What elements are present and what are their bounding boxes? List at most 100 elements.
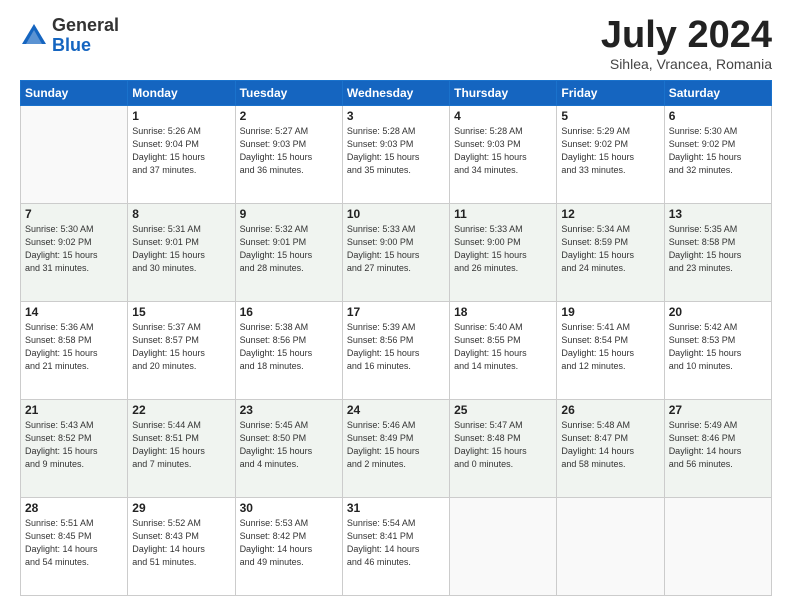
location: Sihlea, Vrancea, Romania: [601, 56, 772, 72]
col-sunday: Sunday: [21, 81, 128, 106]
col-wednesday: Wednesday: [342, 81, 449, 106]
day-info: Sunrise: 5:29 AM Sunset: 9:02 PM Dayligh…: [561, 125, 659, 177]
logo: General Blue: [20, 16, 119, 56]
col-thursday: Thursday: [450, 81, 557, 106]
day-number: 11: [454, 207, 552, 221]
table-row: 31 Sunrise: 5:54 AM Sunset: 8:41 PM Dayli…: [342, 498, 449, 596]
table-row: 27 Sunrise: 5:49 AM Sunset: 8:46 PM Dayli…: [664, 400, 771, 498]
table-row: 7 Sunrise: 5:30 AM Sunset: 9:02 PM Daylig…: [21, 204, 128, 302]
day-number: 1: [132, 109, 230, 123]
day-number: 25: [454, 403, 552, 417]
table-row: 28 Sunrise: 5:51 AM Sunset: 8:45 PM Dayli…: [21, 498, 128, 596]
table-row: 20 Sunrise: 5:42 AM Sunset: 8:53 PM Dayli…: [664, 302, 771, 400]
day-info: Sunrise: 5:34 AM Sunset: 8:59 PM Dayligh…: [561, 223, 659, 275]
table-row: 2 Sunrise: 5:27 AM Sunset: 9:03 PM Daylig…: [235, 106, 342, 204]
day-number: 4: [454, 109, 552, 123]
table-row: 23Sunrise: 5:45 AM Sunset: 8:50 PM Dayli…: [235, 400, 342, 498]
day-number: 19: [561, 305, 659, 319]
day-number: 21: [25, 403, 123, 417]
day-number: 24: [347, 403, 445, 417]
day-number: 31: [347, 501, 445, 515]
calendar-table: Sunday Monday Tuesday Wednesday Thursday…: [20, 80, 772, 596]
day-info: Sunrise: 5:30 AM Sunset: 9:02 PM Dayligh…: [25, 223, 123, 275]
table-row: 25Sunrise: 5:47 AM Sunset: 8:48 PM Dayli…: [450, 400, 557, 498]
page: General Blue July 2024 Sihlea, Vrancea, …: [0, 0, 792, 612]
day-number: 15: [132, 305, 230, 319]
calendar-week-row: 1 Sunrise: 5:26 AM Sunset: 9:04 PM Daylig…: [21, 106, 772, 204]
table-row: 24 Sunrise: 5:46 AM Sunset: 8:49 PM Dayli…: [342, 400, 449, 498]
day-number: 27: [669, 403, 767, 417]
day-info: Sunrise: 5:37 AM Sunset: 8:57 PM Dayligh…: [132, 321, 230, 373]
day-info: Sunrise: 5:33 AM Sunset: 9:00 PM Dayligh…: [347, 223, 445, 275]
table-row: 5 Sunrise: 5:29 AM Sunset: 9:02 PM Daylig…: [557, 106, 664, 204]
day-number: 28: [25, 501, 123, 515]
table-row: 12Sunrise: 5:34 AM Sunset: 8:59 PM Dayli…: [557, 204, 664, 302]
table-row: 13Sunrise: 5:35 AM Sunset: 8:58 PM Dayli…: [664, 204, 771, 302]
day-info: Sunrise: 5:28 AM Sunset: 9:03 PM Dayligh…: [347, 125, 445, 177]
day-info: Sunrise: 5:32 AM Sunset: 9:01 PM Dayligh…: [240, 223, 338, 275]
day-info: Sunrise: 5:38 AM Sunset: 8:56 PM Dayligh…: [240, 321, 338, 373]
header: General Blue July 2024 Sihlea, Vrancea, …: [20, 16, 772, 72]
day-info: Sunrise: 5:28 AM Sunset: 9:03 PM Dayligh…: [454, 125, 552, 177]
day-info: Sunrise: 5:42 AM Sunset: 8:53 PM Dayligh…: [669, 321, 767, 373]
day-number: 23: [240, 403, 338, 417]
day-info: Sunrise: 5:40 AM Sunset: 8:55 PM Dayligh…: [454, 321, 552, 373]
day-number: 20: [669, 305, 767, 319]
table-row: 11 Sunrise: 5:33 AM Sunset: 9:00 PM Dayli…: [450, 204, 557, 302]
calendar-week-row: 21Sunrise: 5:43 AM Sunset: 8:52 PM Dayli…: [21, 400, 772, 498]
logo-icon: [20, 22, 48, 50]
day-info: Sunrise: 5:54 AM Sunset: 8:41 PM Dayligh…: [347, 517, 445, 569]
table-row: 4 Sunrise: 5:28 AM Sunset: 9:03 PM Daylig…: [450, 106, 557, 204]
day-number: 8: [132, 207, 230, 221]
day-number: 17: [347, 305, 445, 319]
day-number: 7: [25, 207, 123, 221]
day-info: Sunrise: 5:36 AM Sunset: 8:58 PM Dayligh…: [25, 321, 123, 373]
day-number: 26: [561, 403, 659, 417]
day-info: Sunrise: 5:46 AM Sunset: 8:49 PM Dayligh…: [347, 419, 445, 471]
month-year: July 2024: [601, 16, 772, 54]
col-saturday: Saturday: [664, 81, 771, 106]
table-row: 14 Sunrise: 5:36 AM Sunset: 8:58 PM Dayli…: [21, 302, 128, 400]
day-number: 30: [240, 501, 338, 515]
day-number: 14: [25, 305, 123, 319]
day-info: Sunrise: 5:31 AM Sunset: 9:01 PM Dayligh…: [132, 223, 230, 275]
day-info: Sunrise: 5:41 AM Sunset: 8:54 PM Dayligh…: [561, 321, 659, 373]
table-row: 3 Sunrise: 5:28 AM Sunset: 9:03 PM Daylig…: [342, 106, 449, 204]
day-number: 16: [240, 305, 338, 319]
table-row: 6Sunrise: 5:30 AM Sunset: 9:02 PM Daylig…: [664, 106, 771, 204]
day-number: 2: [240, 109, 338, 123]
day-info: Sunrise: 5:49 AM Sunset: 8:46 PM Dayligh…: [669, 419, 767, 471]
day-number: 9: [240, 207, 338, 221]
day-info: Sunrise: 5:26 AM Sunset: 9:04 PM Dayligh…: [132, 125, 230, 177]
calendar-week-row: 14 Sunrise: 5:36 AM Sunset: 8:58 PM Dayli…: [21, 302, 772, 400]
table-row: 26Sunrise: 5:48 AM Sunset: 8:47 PM Dayli…: [557, 400, 664, 498]
day-number: 10: [347, 207, 445, 221]
table-row: 8 Sunrise: 5:31 AM Sunset: 9:01 PM Daylig…: [128, 204, 235, 302]
day-number: 3: [347, 109, 445, 123]
calendar-week-row: 28 Sunrise: 5:51 AM Sunset: 8:45 PM Dayli…: [21, 498, 772, 596]
table-row: 17Sunrise: 5:39 AM Sunset: 8:56 PM Dayli…: [342, 302, 449, 400]
table-row: 9 Sunrise: 5:32 AM Sunset: 9:01 PM Daylig…: [235, 204, 342, 302]
table-row: 16 Sunrise: 5:38 AM Sunset: 8:56 PM Dayli…: [235, 302, 342, 400]
day-info: Sunrise: 5:27 AM Sunset: 9:03 PM Dayligh…: [240, 125, 338, 177]
table-row: [664, 498, 771, 596]
day-info: Sunrise: 5:51 AM Sunset: 8:45 PM Dayligh…: [25, 517, 123, 569]
table-row: 15 Sunrise: 5:37 AM Sunset: 8:57 PM Dayli…: [128, 302, 235, 400]
day-number: 29: [132, 501, 230, 515]
table-row: 21Sunrise: 5:43 AM Sunset: 8:52 PM Dayli…: [21, 400, 128, 498]
day-info: Sunrise: 5:30 AM Sunset: 9:02 PM Dayligh…: [669, 125, 767, 177]
day-info: Sunrise: 5:33 AM Sunset: 9:00 PM Dayligh…: [454, 223, 552, 275]
table-row: 1 Sunrise: 5:26 AM Sunset: 9:04 PM Daylig…: [128, 106, 235, 204]
logo-general: General: [52, 15, 119, 35]
col-monday: Monday: [128, 81, 235, 106]
title-block: July 2024 Sihlea, Vrancea, Romania: [601, 16, 772, 72]
day-number: 18: [454, 305, 552, 319]
table-row: 18 Sunrise: 5:40 AM Sunset: 8:55 PM Dayli…: [450, 302, 557, 400]
day-info: Sunrise: 5:53 AM Sunset: 8:42 PM Dayligh…: [240, 517, 338, 569]
table-row: [450, 498, 557, 596]
table-row: [557, 498, 664, 596]
table-row: 22Sunrise: 5:44 AM Sunset: 8:51 PM Dayli…: [128, 400, 235, 498]
day-number: 5: [561, 109, 659, 123]
day-info: Sunrise: 5:44 AM Sunset: 8:51 PM Dayligh…: [132, 419, 230, 471]
calendar-week-row: 7 Sunrise: 5:30 AM Sunset: 9:02 PM Daylig…: [21, 204, 772, 302]
